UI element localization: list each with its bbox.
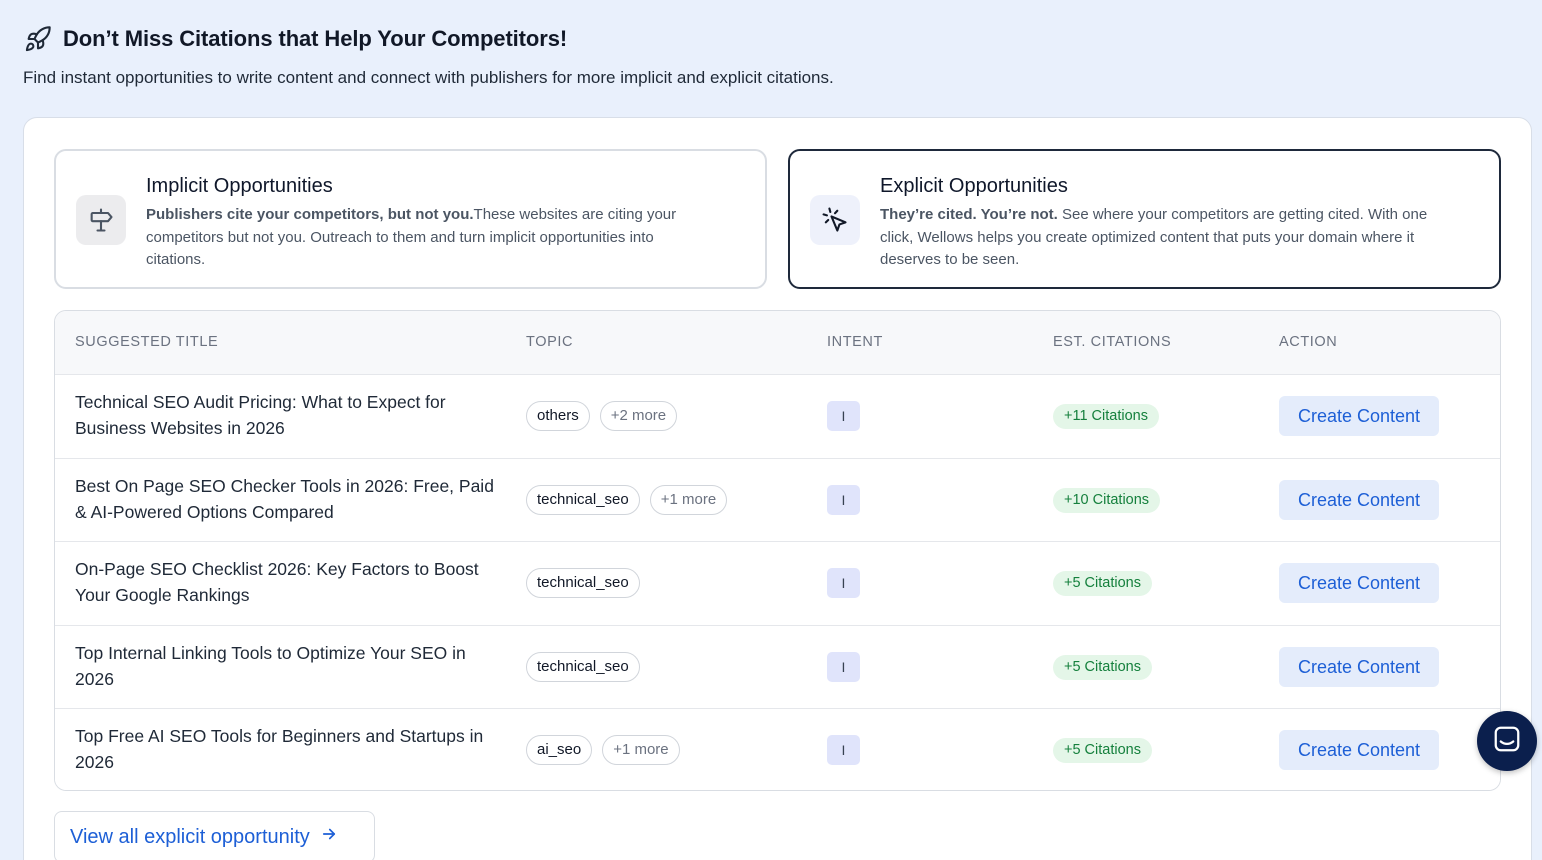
topic-cell: technical_seo [526,651,640,682]
explicit-card-title: Explicit Opportunities [880,175,1068,197]
create-content-button[interactable]: Create Content [1279,396,1439,436]
suggested-title: On-Page SEO Checklist 2026: Key Factors … [75,559,479,605]
citations-badge: +10 Citations [1053,487,1161,513]
rocket-icon [23,24,53,54]
create-content-button[interactable]: Create Content [1279,646,1439,687]
topic-cell: technical_seo [526,568,640,598]
chat-icon [1492,724,1522,759]
table-row: Best On Page SEO Checker Tools in 2026: … [55,458,1500,542]
table-header: SUGGESTED TITLE TOPIC INTENT EST. CITATI… [55,311,1500,375]
table-row: Top Free AI SEO Tools for Beginners and … [55,709,1500,790]
implicit-opportunities-card[interactable]: Implicit Opportunities Publishers cite y… [54,149,767,289]
topic-chip: technical_seo [526,484,640,515]
table-row: On-Page SEO Checklist 2026: Key Factors … [55,542,1500,626]
table-row: Top Internal Linking Tools to Optimize Y… [55,625,1500,709]
header-action: ACTION [1279,334,1338,350]
topic-chip: technical_seo [526,568,640,598]
view-all-explicit-button[interactable]: View all explicit opportunity [54,811,375,860]
page-subtitle: Find instant opportunities to write cont… [23,68,834,87]
arrow-right-icon [320,825,338,849]
table-row: Technical SEO Audit Pricing: What to Exp… [55,375,1500,459]
opportunities-panel: Implicit Opportunities Publishers cite y… [23,117,1532,860]
page-header: Don’t Miss Citations that Help Your Comp… [23,24,834,88]
suggested-title: Top Free AI SEO Tools for Beginners and … [75,726,484,772]
suggested-title: Best On Page SEO Checker Tools in 2026: … [75,475,494,522]
signpost-icon [76,195,126,245]
explicit-opportunities-card[interactable]: Explicit Opportunities They’re cited. Yo… [788,149,1501,289]
topic-chip: others [526,401,590,431]
citations-badge: +5 Citations [1053,654,1152,680]
create-content-button[interactable]: Create Content [1279,563,1439,603]
header-intent: INTENT [827,334,883,350]
topic-chip: ai_seo [526,735,593,765]
suggested-title: Top Internal Linking Tools to Optimize Y… [75,642,466,689]
page-title: Don’t Miss Citations that Help Your Comp… [63,26,568,51]
topic-chip: technical_seo [526,651,640,682]
implicit-card-title: Implicit Opportunities [146,175,333,197]
citations-badge: +5 Citations [1053,738,1152,763]
header-topic: TOPIC [526,334,574,350]
header-est-citations: EST. CITATIONS [1053,334,1172,350]
citations-badge: +11 Citations [1053,404,1159,429]
intent-badge: I [827,401,860,431]
cursor-click-icon [810,195,860,245]
create-content-button[interactable]: Create Content [1279,479,1439,520]
chat-launcher-button[interactable] [1477,711,1537,771]
intent-badge: I [827,568,860,598]
citations-badge: +5 Citations [1053,571,1152,596]
intent-badge: I [827,735,860,765]
intent-badge: I [827,484,860,515]
suggested-title: Technical SEO Audit Pricing: What to Exp… [75,392,446,438]
intent-badge: I [827,651,860,682]
view-all-label: View all explicit opportunity [70,825,310,848]
topic-cell: technical_seo +1 more [526,484,728,515]
topic-cell: others +2 more [526,401,678,431]
header-suggested-title: SUGGESTED TITLE [75,334,219,350]
more-topics-chip[interactable]: +2 more [599,401,678,431]
implicit-card-description: Publishers cite your competitors, but no… [146,206,677,268]
more-topics-chip[interactable]: +1 more [602,735,680,765]
topic-cell: ai_seo +1 more [526,735,680,765]
more-topics-chip[interactable]: +1 more [649,484,728,515]
create-content-button[interactable]: Create Content [1279,730,1439,770]
opportunities-table: SUGGESTED TITLE TOPIC INTENT EST. CITATI… [54,310,1501,791]
explicit-card-description: They’re cited. You’re not. See where you… [880,206,1428,268]
